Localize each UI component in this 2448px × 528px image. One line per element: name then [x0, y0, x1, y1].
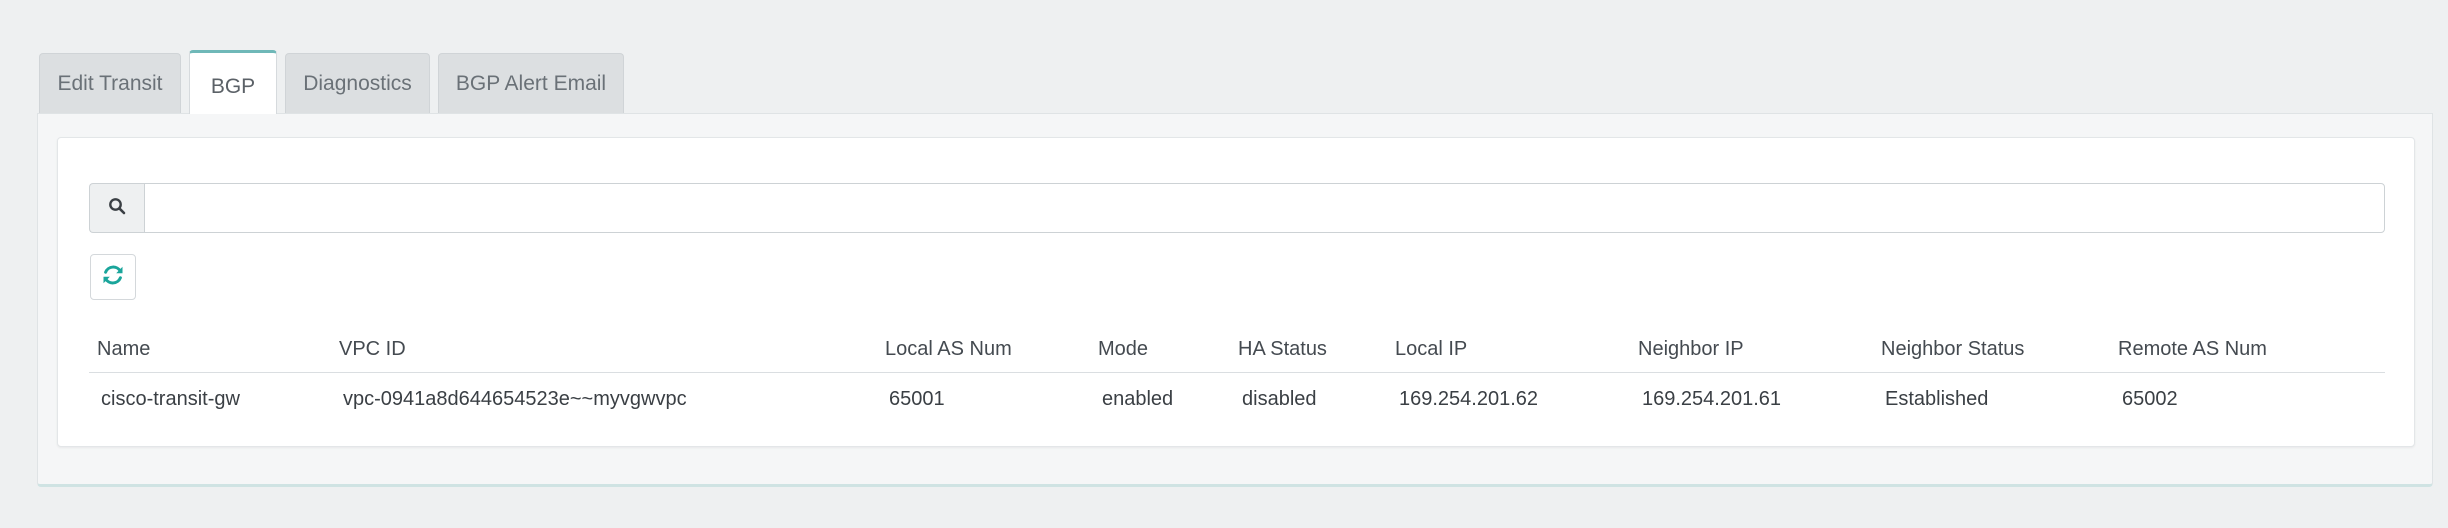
cell-mode: enabled [1102, 388, 1174, 410]
table-row[interactable]: cisco-transit-gw vpc-0941a8d644654523e~~… [89, 373, 2385, 423]
tab-diagnostics[interactable]: Diagnostics [285, 53, 430, 114]
bgp-table: Name VPC ID Local AS Num Mode HA Status … [89, 330, 2385, 423]
search-icon [108, 197, 126, 220]
column-header-ha-status[interactable]: HA Status [1238, 338, 1327, 361]
search-bar [89, 183, 2385, 233]
tab-label: BGP [210, 74, 256, 98]
column-header-remote-as-num[interactable]: Remote AS Num [2118, 338, 2267, 361]
cell-remote-as-num: 65002 [2122, 388, 2178, 410]
table-header-row: Name VPC ID Local AS Num Mode HA Status … [89, 330, 2385, 373]
column-header-name[interactable]: Name [97, 338, 150, 361]
tab-label: Edit Transit [57, 72, 163, 95]
cell-ha-status: disabled [1242, 388, 1317, 410]
column-header-mode[interactable]: Mode [1098, 338, 1148, 361]
refresh-icon [100, 262, 126, 293]
cell-name: cisco-transit-gw [101, 388, 240, 410]
tab-edit-transit[interactable]: Edit Transit [39, 53, 181, 114]
column-header-local-ip[interactable]: Local IP [1395, 338, 1467, 361]
tab-bgp-alert-email[interactable]: BGP Alert Email [438, 53, 624, 114]
column-header-vpc-id[interactable]: VPC ID [339, 338, 406, 361]
cell-vpc-id: vpc-0941a8d644654523e~~myvgwvpc [343, 388, 687, 410]
refresh-button[interactable] [90, 254, 136, 300]
cell-local-ip: 169.254.201.62 [1399, 388, 1539, 410]
tab-label: Diagnostics [303, 72, 412, 95]
tab-bgp[interactable]: BGP [189, 50, 277, 114]
search-addon [89, 183, 144, 233]
cell-local-as-num: 65001 [889, 388, 945, 410]
page: Edit Transit BGP Diagnostics BGP Alert E… [0, 0, 2448, 528]
column-header-neighbor-ip[interactable]: Neighbor IP [1638, 338, 1744, 361]
tab-bar: Edit Transit BGP Diagnostics BGP Alert E… [39, 50, 624, 114]
column-header-local-as-num[interactable]: Local AS Num [885, 338, 1012, 361]
column-header-neighbor-status[interactable]: Neighbor Status [1881, 338, 2024, 361]
tab-label: BGP Alert Email [455, 72, 607, 95]
cell-neighbor-status: Established [1885, 388, 1989, 410]
cell-neighbor-ip: 169.254.201.61 [1642, 388, 1782, 410]
search-input[interactable] [144, 183, 2385, 233]
